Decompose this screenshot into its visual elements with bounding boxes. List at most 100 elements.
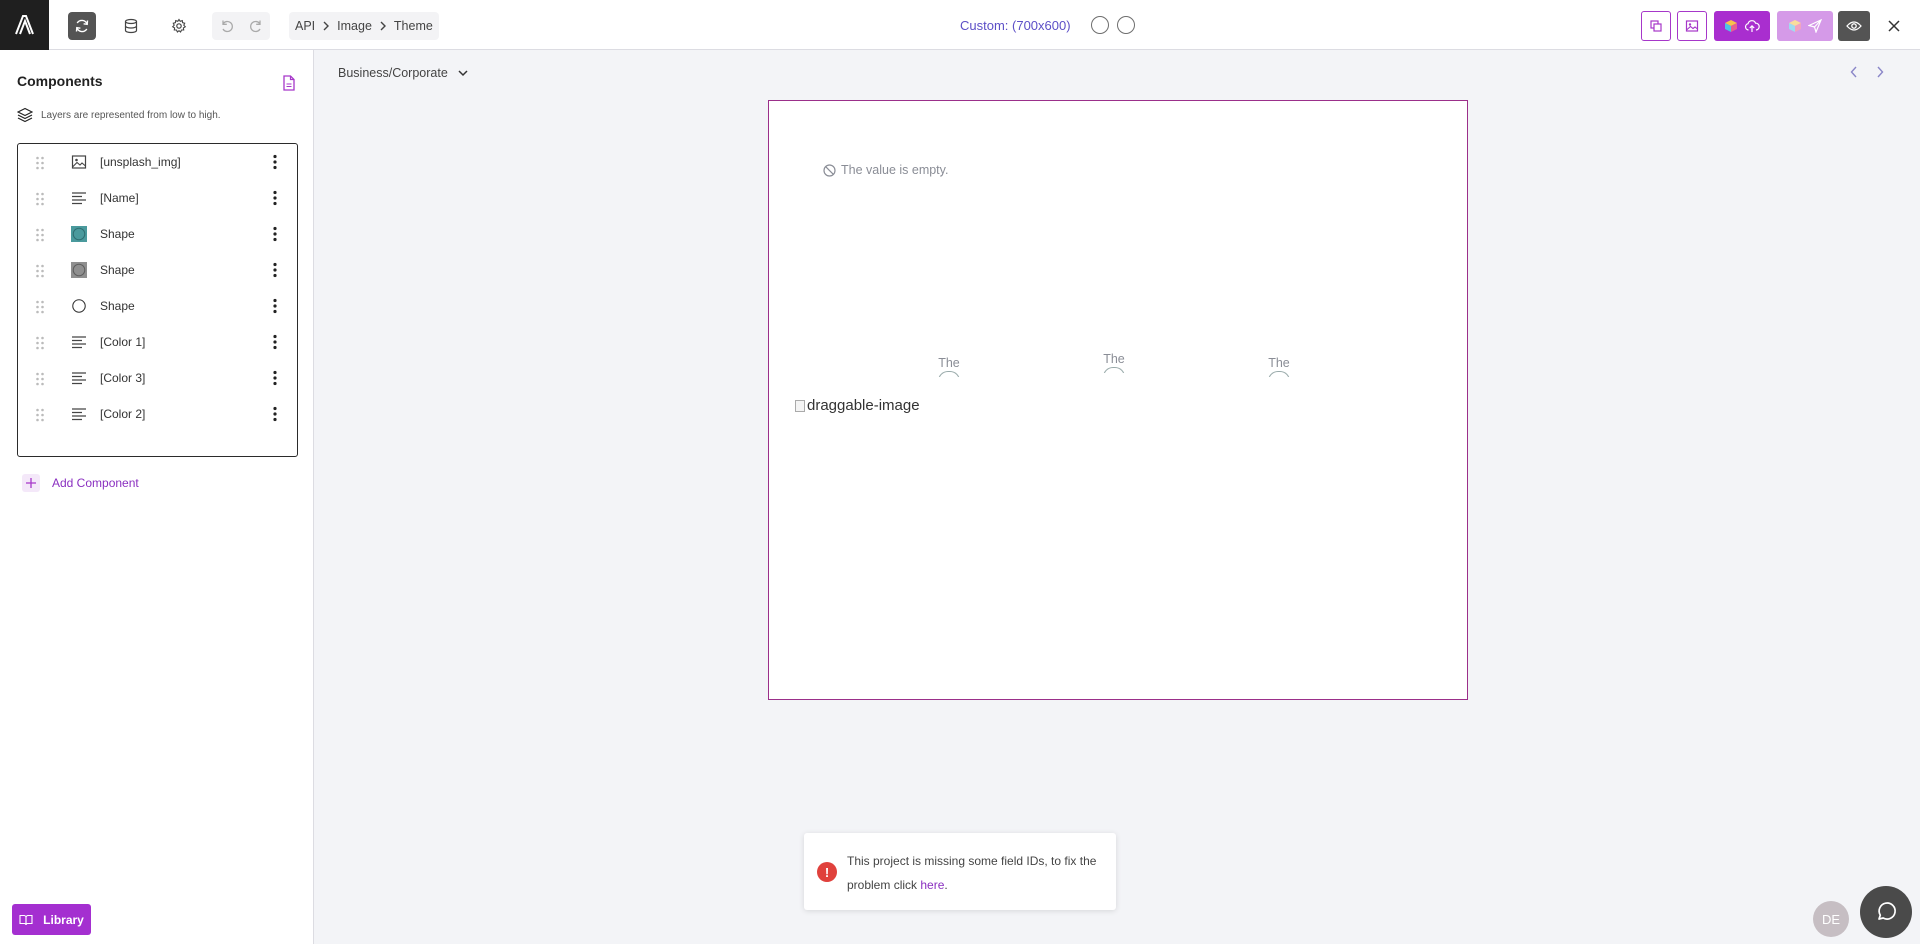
layer-item[interactable]: [unsplash_img] xyxy=(18,144,297,180)
canvas-text-layer[interactable]: The xyxy=(1239,355,1319,377)
drag-handle-icon[interactable] xyxy=(35,228,45,242)
chevron-left-icon[interactable] xyxy=(1850,66,1858,78)
close-button[interactable] xyxy=(1883,15,1905,37)
plus-icon xyxy=(22,474,40,492)
canvas-size-label[interactable]: Custom: (700x600) xyxy=(960,18,1071,33)
document-icon xyxy=(283,75,295,91)
circle-outline-icon xyxy=(71,298,87,314)
circle-toggle-icon[interactable] xyxy=(1116,16,1135,34)
refresh-icon xyxy=(75,19,89,33)
kebab-menu-icon[interactable] xyxy=(272,370,278,386)
layer-item[interactable]: [Color 3] xyxy=(18,360,297,396)
undo-icon[interactable] xyxy=(219,18,235,34)
library-button[interactable]: Library xyxy=(12,904,91,935)
publish-button[interactable] xyxy=(1777,11,1833,41)
kebab-menu-icon[interactable] xyxy=(272,406,278,422)
chat-button[interactable] xyxy=(1860,886,1912,938)
design-canvas[interactable]: The value is empty. The The The draggabl… xyxy=(768,100,1468,700)
chevron-right-icon[interactable] xyxy=(1876,66,1884,78)
book-icon xyxy=(19,914,33,925)
history-controls xyxy=(212,12,270,40)
kebab-menu-icon[interactable] xyxy=(272,190,278,206)
cloud-upload-icon xyxy=(1744,20,1760,32)
settings-button[interactable] xyxy=(165,12,193,40)
image-alt-text: draggable-image xyxy=(807,397,920,414)
layers-hint: Layers are represented from low to high. xyxy=(17,107,221,123)
gray-circle-shape-icon xyxy=(71,262,87,278)
drag-handle-icon[interactable] xyxy=(35,336,45,350)
layer-item[interactable]: Shape xyxy=(18,216,297,252)
text-icon xyxy=(71,334,87,350)
save-cloud-button[interactable] xyxy=(1714,11,1770,41)
layer-label: [Color 1] xyxy=(100,335,146,349)
drag-handle-icon[interactable] xyxy=(35,192,45,206)
drag-handle-icon[interactable] xyxy=(35,156,45,170)
draggable-image[interactable]: draggable-image xyxy=(795,397,920,414)
drag-handle-icon[interactable] xyxy=(35,264,45,278)
components-sidebar: Components Layers are represented from l… xyxy=(0,50,314,944)
layers-hint-text: Layers are represented from low to high. xyxy=(41,109,221,121)
teal-circle-shape-icon xyxy=(71,226,87,242)
redo-icon[interactable] xyxy=(248,18,264,34)
breadcrumb-theme[interactable]: Theme xyxy=(394,19,433,33)
layers-icon xyxy=(17,107,33,123)
library-label: Library xyxy=(43,912,84,927)
drag-handle-icon[interactable] xyxy=(35,372,45,386)
layer-list: [unsplash_img] [Name] Shape Shape Shape … xyxy=(17,143,298,457)
database-icon xyxy=(124,18,138,34)
text-icon xyxy=(71,370,87,386)
layer-item[interactable]: Shape xyxy=(18,252,297,288)
add-component-button[interactable]: Add Component xyxy=(22,474,139,492)
template-navigation xyxy=(1850,66,1884,78)
drag-handle-icon[interactable] xyxy=(35,408,45,422)
drag-handle-icon[interactable] xyxy=(35,300,45,314)
breadcrumb: API Image Theme xyxy=(289,12,439,40)
kebab-menu-icon[interactable] xyxy=(272,154,278,170)
breadcrumb-api[interactable]: API xyxy=(295,19,315,33)
chevron-down-icon xyxy=(458,69,468,76)
preview-button[interactable] xyxy=(1838,11,1870,41)
sync-button[interactable] xyxy=(68,12,96,40)
layer-item[interactable]: [Color 2] xyxy=(18,396,297,432)
layer-label: [unsplash_img] xyxy=(100,155,181,169)
chevron-right-icon xyxy=(379,21,387,31)
kebab-menu-icon[interactable] xyxy=(272,262,278,278)
category-select[interactable]: Business/Corporate xyxy=(338,66,468,80)
layer-item[interactable]: [Color 1] xyxy=(18,324,297,360)
canvas-text-layer[interactable]: The xyxy=(909,355,989,377)
database-button[interactable] xyxy=(117,12,145,40)
eye-icon xyxy=(1846,21,1862,31)
canvas-text: The xyxy=(1103,352,1125,366)
layer-item[interactable]: [Name] xyxy=(18,180,297,216)
add-component-label: Add Component xyxy=(52,476,139,490)
copy-icon xyxy=(1650,20,1662,32)
canvas-text: The xyxy=(1268,356,1290,370)
image-export-button[interactable] xyxy=(1677,11,1707,41)
top-toolbar: API Image Theme Custom: (700x600) xyxy=(0,0,1920,50)
circle-toggle-icon[interactable] xyxy=(1090,16,1109,34)
layer-label: [Color 2] xyxy=(100,407,146,421)
empty-value-notice[interactable]: The value is empty. xyxy=(823,163,948,177)
canvas-text: The xyxy=(938,356,960,370)
fix-here-link[interactable]: here xyxy=(920,878,944,892)
close-icon xyxy=(1888,20,1900,32)
breadcrumb-image[interactable]: Image xyxy=(337,19,372,33)
chevron-right-icon xyxy=(322,21,330,31)
duplicate-button[interactable] xyxy=(1641,11,1671,41)
kebab-menu-icon[interactable] xyxy=(272,298,278,314)
sidebar-title: Components xyxy=(17,73,103,89)
app-logo[interactable] xyxy=(0,0,49,50)
kebab-menu-icon[interactable] xyxy=(272,226,278,242)
canvas-text-layer[interactable]: The xyxy=(1074,351,1154,373)
chat-bubble-icon xyxy=(1878,902,1896,920)
user-avatar[interactable]: DE xyxy=(1813,901,1849,937)
document-button[interactable] xyxy=(282,75,296,96)
text-icon xyxy=(71,406,87,422)
toast-suffix: . xyxy=(944,878,948,892)
image-icon xyxy=(71,154,87,170)
layer-item[interactable]: Shape xyxy=(18,288,297,324)
kebab-menu-icon[interactable] xyxy=(272,334,278,350)
toast-text: This project is missing some field IDs, … xyxy=(847,854,1097,892)
toast-message: This project is missing some field IDs, … xyxy=(847,849,1109,897)
cube-icon xyxy=(1725,20,1737,32)
